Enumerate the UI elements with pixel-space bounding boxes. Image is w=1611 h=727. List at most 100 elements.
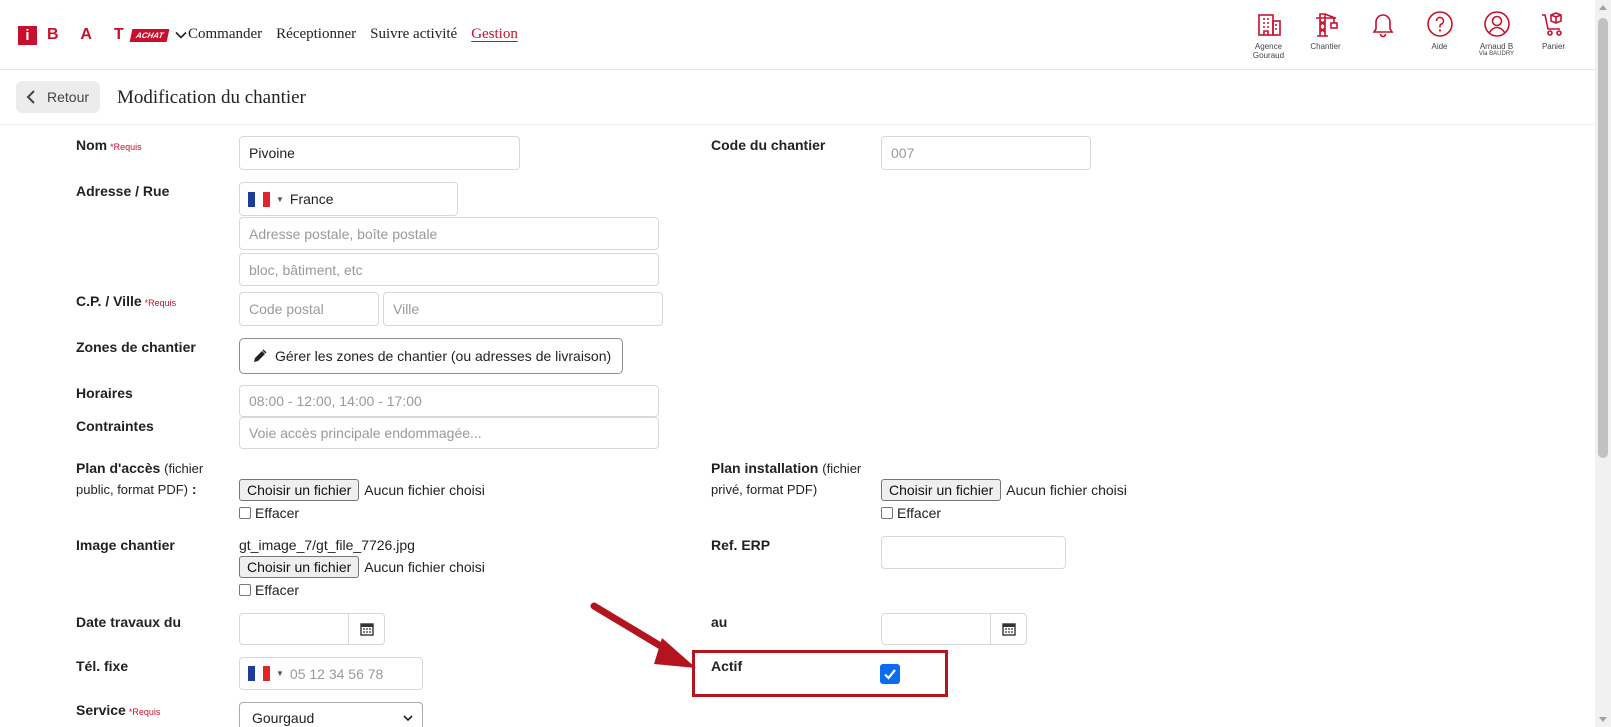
service-required-mark: *Requis <box>128 707 161 717</box>
plan-installation-file-row: Choisir un fichier Aucun fichier choisi <box>881 479 1127 501</box>
plan-installation-file-status: Aucun fichier choisi <box>1006 482 1127 498</box>
france-flag-icon <box>248 666 270 681</box>
ville-input[interactable]: Ville <box>383 292 663 326</box>
plan-acces-clear-label: Effacer <box>255 505 300 521</box>
nav-suivre-activite[interactable]: Suivre activité <box>370 26 457 43</box>
tel-input[interactable]: ▼ 05 12 34 56 78 <box>239 657 423 690</box>
zones-label: Zones de chantier <box>76 339 196 355</box>
logo-achat-badge: ACHAT <box>129 28 170 42</box>
user-icon <box>1483 11 1510 37</box>
adresse-line1-input[interactable]: Adresse postale, boîte postale <box>239 217 659 250</box>
service-label-text: Service <box>76 702 126 718</box>
ref-erp-input[interactable] <box>881 536 1066 569</box>
plan-acces-clear[interactable]: Effacer <box>239 505 299 521</box>
service-value: Gourgaud <box>252 710 315 726</box>
pencil-icon <box>254 349 267 362</box>
horaires-label: Horaires <box>76 385 133 401</box>
chevron-down-icon[interactable] <box>174 28 188 42</box>
service-label: Service *Requis <box>76 700 160 722</box>
cp-ville-label: C.P. / Ville *Requis <box>76 291 176 313</box>
nav-agence[interactable]: Agence Gouraud <box>1240 10 1297 60</box>
plan-acces-colon: : <box>191 481 197 497</box>
code-chantier-label: Code du chantier <box>711 137 826 153</box>
scroll-down-icon[interactable] <box>1599 717 1607 722</box>
page-scrollbar[interactable] <box>1595 0 1611 727</box>
logo-bat: B A T <box>47 26 133 43</box>
help-icon <box>1426 11 1453 37</box>
nav-aide[interactable]: Aide <box>1411 10 1468 60</box>
date-du-group <box>239 613 385 645</box>
code-postal-input[interactable]: Code postal <box>239 292 379 326</box>
date-au-calendar-button[interactable] <box>991 613 1027 645</box>
nav-agence-label: Agence <box>1254 42 1283 51</box>
nav-gestion[interactable]: Gestion <box>471 26 518 43</box>
nav-aide-label: Aide <box>1431 42 1448 51</box>
plan-acces-clear-checkbox[interactable] <box>239 507 251 519</box>
plan-acces-file-button[interactable]: Choisir un fichier <box>239 479 360 501</box>
bell-icon <box>1372 14 1393 38</box>
image-clear-checkbox[interactable] <box>239 584 251 596</box>
date-au-label: au <box>711 614 728 630</box>
plan-installation-file-button[interactable]: Choisir un fichier <box>881 479 1002 501</box>
contraintes-input[interactable]: Voie accès principale endommagée... <box>239 417 659 449</box>
plan-installation-label: Plan installation (fichier privé, format… <box>711 458 871 500</box>
plan-acces-hint-1: (fichier <box>164 461 204 476</box>
contraintes-label: Contraintes <box>76 418 154 434</box>
nom-label-text: Nom <box>76 137 108 153</box>
date-du-input[interactable] <box>239 613 349 645</box>
image-file-button[interactable]: Choisir un fichier <box>239 556 360 578</box>
back-button[interactable]: Retour <box>16 81 100 113</box>
caret-down-icon: ▼ <box>276 194 284 204</box>
nom-required-mark: *Requis <box>110 142 142 152</box>
france-flag-icon <box>248 191 270 207</box>
nav-user[interactable]: Arnaud B Via BAUDRY <box>1468 10 1525 60</box>
plan-installation-clear-label: Effacer <box>897 505 942 521</box>
plan-installation-clear[interactable]: Effacer <box>881 505 941 521</box>
scroll-up-icon[interactable] <box>1599 5 1607 10</box>
image-file-row: Choisir un fichier Aucun fichier choisi <box>239 556 485 578</box>
scroll-thumb[interactable] <box>1598 18 1608 458</box>
nom-input[interactable]: Pivoine <box>239 136 520 170</box>
tel-placeholder: 05 12 34 56 78 <box>289 665 384 682</box>
calendar-icon <box>1001 623 1016 636</box>
chevron-left-icon <box>26 90 35 104</box>
country-name: France <box>289 191 334 207</box>
annotation-arrow-icon <box>590 602 696 668</box>
code-chantier-input[interactable]: 007 <box>881 136 1091 170</box>
nav-agence-sub: Gouraud <box>1252 51 1285 60</box>
nav-user-sub: Via BAUDRY <box>1478 51 1515 57</box>
plan-installation-hint-1: (fichier <box>822 461 862 476</box>
nav-commander[interactable]: Commander <box>188 26 262 43</box>
nav-notifications[interactable] <box>1354 10 1411 60</box>
manage-zones-button[interactable]: Gérer les zones de chantier (ou adresses… <box>239 338 623 374</box>
date-au-input[interactable] <box>881 613 991 645</box>
image-file-status: Aucun fichier choisi <box>364 559 485 575</box>
ibat-achat-logo[interactable]: i B A T ACHAT <box>18 25 188 45</box>
service-select[interactable]: Gourgaud <box>239 702 423 727</box>
nav-chantier-label: Chantier <box>1310 42 1341 51</box>
page-title: Modification du chantier <box>117 87 306 108</box>
date-du-calendar-button[interactable] <box>349 613 385 645</box>
horaires-input[interactable]: 08:00 - 12:00, 14:00 - 17:00 <box>239 385 659 417</box>
highlight-box <box>692 650 948 697</box>
plan-acces-file-row: Choisir un fichier Aucun fichier choisi <box>239 479 485 501</box>
image-clear-label: Effacer <box>255 582 300 598</box>
image-clear[interactable]: Effacer <box>239 582 299 598</box>
nav-receptionner[interactable]: Réceptionner <box>276 26 356 43</box>
logo-i: i <box>18 25 37 45</box>
image-current-file[interactable]: gt_image_7/gt_file_7726.jpg <box>239 537 415 553</box>
calendar-icon <box>359 623 374 636</box>
country-select[interactable]: ▼ France <box>239 182 458 216</box>
adresse-line2-input[interactable]: bloc, bâtiment, etc <box>239 253 659 286</box>
cp-ville-required-mark: *Requis <box>144 298 177 308</box>
nav-panier[interactable]: Panier <box>1525 10 1582 60</box>
plan-installation-clear-checkbox[interactable] <box>881 507 893 519</box>
plan-installation-hint-2: privé, format PDF) <box>711 482 818 497</box>
chevron-down-icon <box>403 715 413 722</box>
building-icon <box>1257 14 1281 36</box>
top-navbar: i B A T ACHAT Commander Réceptionner Sui… <box>0 0 1595 70</box>
plan-acces-hint-2: public, format PDF) <box>76 482 188 497</box>
nom-label: Nom *Requis <box>76 135 142 157</box>
nav-chantier[interactable]: Chantier <box>1297 10 1354 60</box>
image-chantier-label: Image chantier <box>76 537 175 553</box>
